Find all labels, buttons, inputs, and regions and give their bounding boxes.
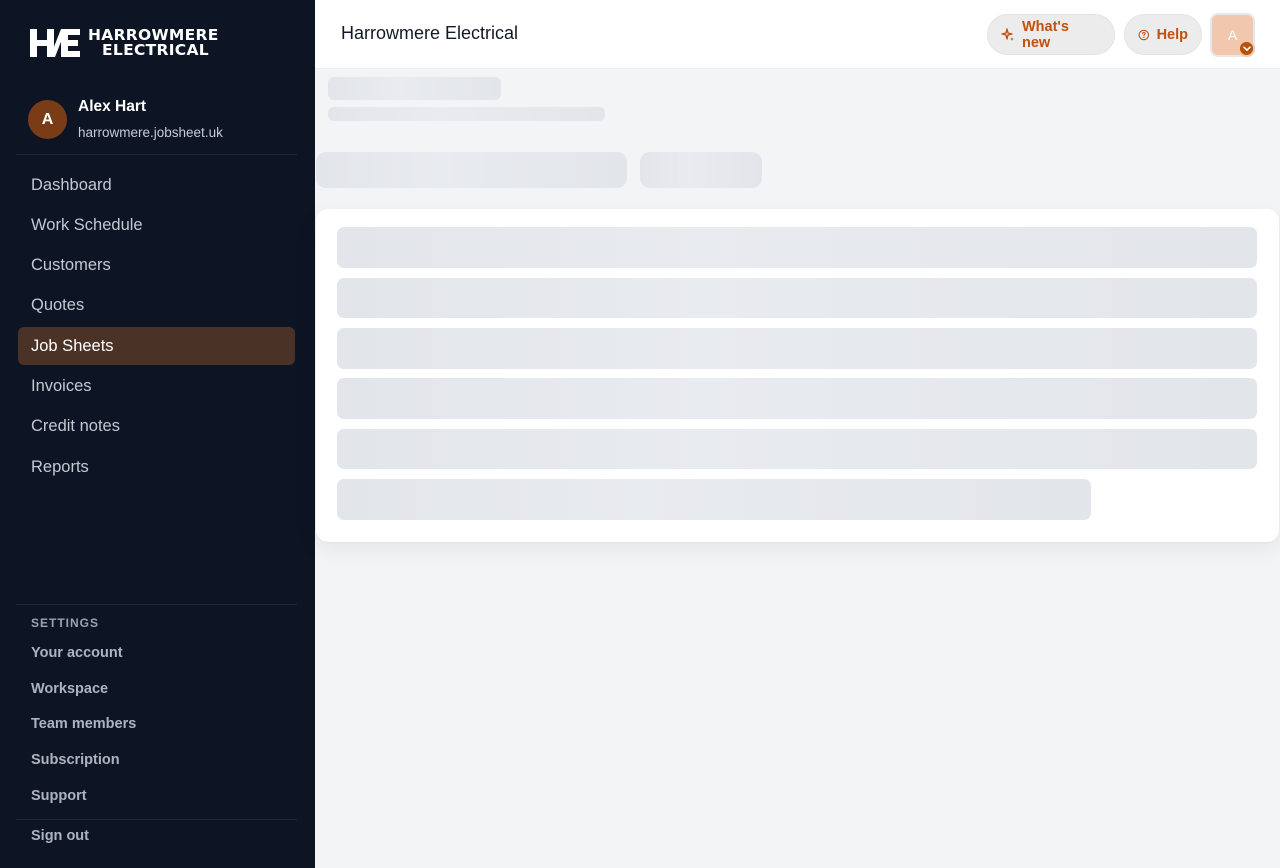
user-name: Alex Hart: [78, 98, 147, 115]
user-domain: harrowmere.jobsheet.uk: [78, 125, 223, 140]
user-profile[interactable]: A Alex Hart harrowmere.jobsheet.uk: [28, 98, 223, 141]
skeleton-row: [337, 429, 1257, 469]
nav-item-quotes[interactable]: Quotes: [18, 287, 295, 325]
settings-item-your-account[interactable]: Your account: [31, 643, 136, 679]
nav-item-job-sheets[interactable]: Job Sheets: [18, 327, 295, 366]
skeleton-row: [337, 278, 1257, 318]
nav-item-credit-notes[interactable]: Credit notes: [18, 408, 295, 446]
chevron-down-icon: [1238, 40, 1255, 57]
whats-new-button[interactable]: What's new: [987, 14, 1115, 55]
skeleton-row: [337, 378, 1257, 419]
he-logo-icon: [30, 29, 80, 57]
divider: [16, 154, 297, 155]
whats-new-label: What's new: [1021, 18, 1069, 51]
divider: [16, 604, 297, 605]
settings-nav: Your account Workspace Team members Subs…: [31, 643, 136, 821]
top-header: Harrowmere Electrical What's new Help A: [315, 0, 1280, 69]
avatar: A: [28, 100, 67, 139]
sign-out-link[interactable]: Sign out: [31, 828, 89, 844]
settings-item-support[interactable]: Support: [31, 786, 136, 822]
page-title: Harrowmere Electrical: [341, 23, 519, 43]
sidebar: HARROWMERE ELECTRICAL A Alex Hart harrow…: [0, 0, 315, 868]
divider: [16, 819, 297, 820]
skeleton-table-card: [316, 209, 1279, 542]
account-menu-button[interactable]: A: [1210, 13, 1255, 57]
main-nav: Dashboard Work Schedule Customers Quotes…: [18, 166, 295, 488]
question-circle-icon: [1138, 29, 1150, 40]
nav-item-work-schedule[interactable]: Work Schedule: [18, 206, 295, 244]
skeleton-subtitle: [328, 107, 605, 121]
brand-name: HARROWMERE ELECTRICAL: [88, 27, 219, 59]
skeleton-search: [316, 152, 627, 188]
nav-item-invoices[interactable]: Invoices: [18, 367, 295, 405]
help-label: Help: [1156, 26, 1188, 43]
sparkle-icon: [1001, 27, 1014, 41]
settings-item-workspace[interactable]: Workspace: [31, 679, 136, 715]
skeleton-title: [328, 77, 501, 100]
nav-item-dashboard[interactable]: Dashboard: [18, 166, 295, 204]
nav-item-customers[interactable]: Customers: [18, 247, 295, 285]
brand-line-2: ELECTRICAL: [102, 41, 209, 59]
skeleton-row: [337, 328, 1257, 369]
skeleton-row: [337, 227, 1257, 268]
skeleton-row: [337, 479, 1091, 520]
avatar-initial: A: [1227, 27, 1238, 43]
settings-item-team-members[interactable]: Team members: [31, 714, 136, 750]
settings-item-subscription[interactable]: Subscription: [31, 750, 136, 786]
help-button[interactable]: Help: [1124, 14, 1202, 55]
nav-item-reports[interactable]: Reports: [18, 448, 295, 486]
settings-heading: SETTINGS: [31, 616, 100, 630]
skeleton-filter: [640, 152, 762, 188]
brand-logo[interactable]: HARROWMERE ELECTRICAL: [30, 27, 219, 59]
